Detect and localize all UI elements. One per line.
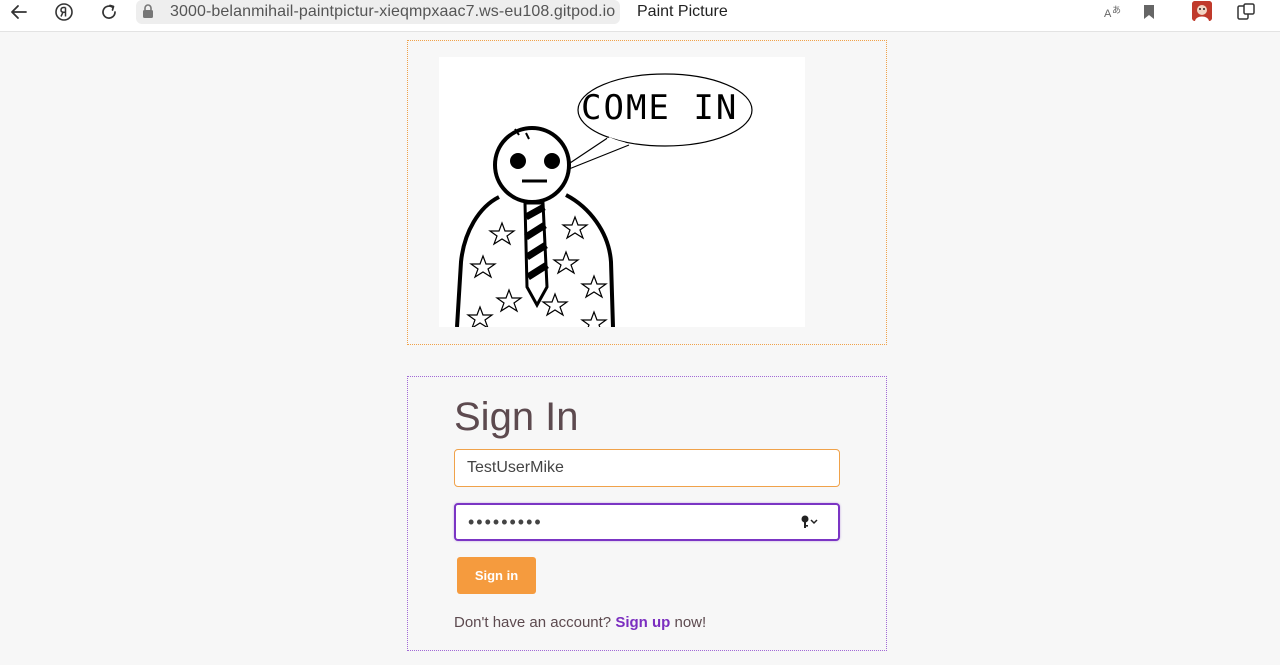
password-field[interactable]: ••••••••• [454, 503, 840, 541]
username-value: TestUserMike [467, 459, 564, 476]
signup-prompt: Don't have an account? Sign up now! [454, 614, 706, 631]
yandex-icon[interactable] [52, 0, 76, 24]
username-field[interactable]: TestUserMike [454, 449, 840, 487]
password-value: ••••••••• [468, 511, 543, 532]
address-bar[interactable]: 3000-belanmihail-paintpictur-xieqmpxaac7… [136, 0, 620, 24]
extensions-icon[interactable] [1234, 0, 1258, 24]
picture-card: COME IN [407, 40, 887, 345]
svg-text:A: A [1104, 8, 1112, 20]
translate-icon[interactable]: Aあ [1101, 0, 1125, 24]
painted-picture: COME IN [439, 57, 805, 327]
reload-icon[interactable] [97, 0, 121, 24]
speech-text: COME IN [581, 88, 738, 128]
signup-suffix: now! [670, 614, 707, 631]
browser-toolbar: 3000-belanmihail-paintpictur-xieqmpxaac7… [0, 0, 1280, 32]
profile-avatar[interactable] [1192, 1, 1212, 21]
signin-title: Sign In [454, 395, 579, 439]
signup-prefix: Don't have an account? [454, 614, 616, 631]
key-dropdown-icon[interactable] [800, 514, 820, 535]
bookmark-icon[interactable] [1137, 0, 1161, 24]
svg-text:あ: あ [1112, 5, 1121, 16]
signin-card: Sign In TestUserMike ••••••••• Sign in D… [407, 376, 887, 651]
signin-button[interactable]: Sign in [457, 557, 536, 594]
signup-link[interactable]: Sign up [615, 614, 670, 631]
url-text: 3000-belanmihail-paintpictur-xieqmpxaac7… [170, 3, 616, 20]
tab-title: Paint Picture [637, 3, 728, 20]
lock-icon [142, 4, 154, 24]
back-arrow-icon[interactable] [7, 0, 31, 24]
